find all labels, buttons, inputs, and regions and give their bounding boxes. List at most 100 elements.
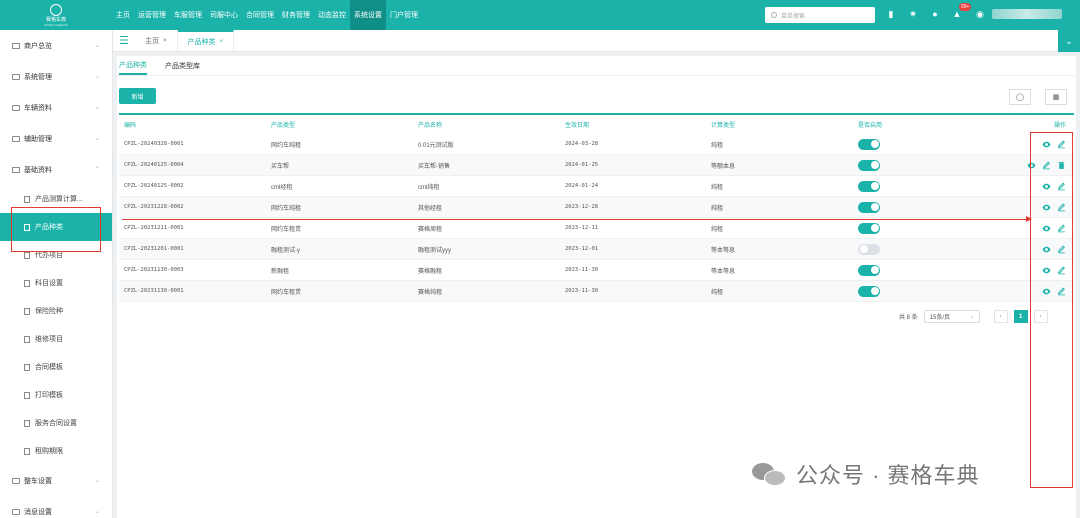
cell-code: CPZL-20240328-0001 [124, 141, 184, 147]
cell-type: 网约车租赁 [271, 289, 302, 296]
nav-item[interactable]: 车服管理 [170, 0, 206, 30]
column-header: 产品名称 [418, 123, 443, 129]
enabled-toggle[interactable] [858, 243, 880, 255]
cell-enabled [853, 222, 994, 234]
sidebar-item[interactable]: 科目设置 [0, 269, 112, 297]
cell-code: CPZL-20231228-0002 [124, 204, 184, 210]
menu-toggle-icon[interactable]: ☰ [113, 30, 135, 52]
sidebar-item[interactable]: 保险险种 [0, 297, 112, 325]
subtab-product-type-library[interactable]: 产品类型库 [165, 56, 210, 75]
column-header: 生效日期 [565, 123, 590, 129]
nav-item[interactable]: 运营管理 [134, 0, 170, 30]
enabled-toggle[interactable] [858, 285, 880, 297]
sidebar-item[interactable]: 打印模板 [0, 381, 112, 409]
enabled-toggle[interactable] [858, 159, 880, 171]
sidebar-group-label: 车辆资料 [24, 104, 52, 112]
sidebar-item[interactable]: 维修项目 [0, 325, 112, 353]
sidebar-group[interactable]: 辅助管理 ⌄ [0, 123, 112, 154]
table-row[interactable]: CPZL-20231228-0002 网约车纯租 其他经租 2023-12-28 纯租 [119, 197, 1074, 218]
pagination: 共 8 条 15条/页 ⌄ ‹ 1 › [899, 310, 1048, 323]
logo-mark-icon [50, 3, 62, 16]
user-avatar-icon[interactable]: ◉ [975, 9, 985, 20]
settings-icon[interactable]: ✷ [908, 9, 918, 20]
cell-code: CPZL-20231211-0001 [124, 225, 184, 231]
table-row[interactable]: CPZL-20231130-0003 新融租 赛格融租 2023-11-30 等本等息 [119, 260, 1074, 281]
top-navbar: 赛格车典 SAIGE CHEDIAN 主页 运营管理 车服管理 司服中心 合同管理 财务管… [0, 0, 1080, 30]
search-icon[interactable]: ◯ [1009, 89, 1031, 105]
sidebar-item-label: 保险险种 [35, 308, 63, 315]
chat-icon[interactable]: ● [930, 9, 940, 20]
enabled-toggle[interactable] [858, 138, 880, 150]
document-icon [24, 307, 30, 315]
subtab-product-category[interactable]: 产品种类 [119, 56, 147, 75]
nav-item[interactable]: 系统设置 [350, 0, 386, 30]
table-row[interactable]: CPZL-20231201-0001 融租测试-y 融租测试yyy 2023-12-0… [119, 239, 1074, 260]
nav-item[interactable]: 门户管理 [386, 0, 422, 30]
sidebar-group[interactable]: 整车设置 ⌄ [0, 465, 112, 496]
nav-item[interactable]: 合同管理 [242, 0, 278, 30]
watermark-text: 公众号 · 赛格车典 [796, 463, 980, 488]
cell-name: 赛格融租 [418, 268, 443, 275]
nav-item[interactable]: 主页 [112, 0, 134, 30]
cell-name: 赛格周租 [418, 226, 443, 233]
document-icon [24, 391, 30, 399]
sidebar-group[interactable]: 商户总览 ⌄ [0, 30, 112, 61]
folder-icon [12, 42, 20, 49]
sidebar-group[interactable]: 基础资料 ⌃ [0, 154, 112, 185]
cell-date: 2023-12-01 [565, 246, 599, 252]
table-row[interactable]: CPZL-20240125-0004 买车帮 买车帮-销售 2024-01-25 等额本… [119, 155, 1074, 176]
chevron-down-icon[interactable]: ⌄ [1058, 30, 1080, 52]
table-row[interactable]: CPZL-20231211-0001 网约车租赁 赛格周租 2023-12-11 纯租 [119, 218, 1074, 239]
enabled-toggle[interactable] [858, 201, 880, 213]
sidebar-group[interactable]: 系统管理 ⌄ [0, 61, 112, 92]
close-icon[interactable]: × [163, 38, 167, 44]
tab-home[interactable]: 主页 × [135, 29, 178, 52]
add-button[interactable]: 新增 [119, 88, 156, 104]
nav-item[interactable]: 财务管理 [278, 0, 314, 30]
sidebar-group[interactable]: 消息设置 ⌄ [0, 496, 112, 518]
page-size-select[interactable]: 15条/页 ⌄ [923, 310, 980, 323]
cell-type: 买车帮 [271, 163, 290, 170]
sidebar-group-label: 基础资料 [24, 166, 52, 174]
cell-calc: 等本等息 [711, 247, 736, 254]
cell-calc: 纯租 [711, 184, 724, 191]
grid-columns-icon[interactable]: ▦ [1045, 89, 1067, 105]
chevron-down-icon: ⌄ [94, 105, 100, 111]
enabled-toggle[interactable] [858, 264, 880, 276]
brand-sub: SAIGE CHEDIAN [44, 22, 68, 27]
brand-logo[interactable]: 赛格车典 SAIGE CHEDIAN [0, 0, 112, 30]
highlight-box-actions [1030, 132, 1073, 488]
sidebar-item[interactable]: 服务合同设置 [0, 409, 112, 437]
cell-code: CPZL-20231130-0003 [124, 267, 184, 273]
sidebar-item-label: 服务合同设置 [35, 420, 77, 427]
prev-page-button[interactable]: ‹ [993, 310, 1008, 323]
notification-badge: 99+ [959, 3, 972, 11]
table-row[interactable]: CPZL-20240125-0002 cml经租 cml纯租 2024-01-24 纯租 [119, 176, 1074, 197]
nav-item[interactable]: 司服中心 [206, 0, 242, 30]
table-row[interactable]: CPZL-20240328-0001 网约车纯租 0.01元测试版 2024-03-2… [119, 134, 1074, 155]
sidebar-group-label: 辅助管理 [24, 135, 52, 143]
nav-item[interactable]: 动态监控 [314, 0, 350, 30]
page-number-button[interactable]: 1 [1013, 310, 1028, 323]
username-blurred[interactable] [992, 9, 1062, 19]
close-icon[interactable]: × [220, 39, 224, 45]
enabled-toggle[interactable] [858, 222, 880, 234]
table-row[interactable]: CPZL-20231130-0001 网约车租赁 赛格纯租 2023-11-30 纯租 [119, 281, 1074, 302]
highlight-box-sidebar [11, 207, 101, 252]
sidebar-item-label: 租购期限 [35, 448, 63, 455]
cell-name: 其他经租 [418, 205, 443, 212]
cell-name: 买车帮-销售 [418, 163, 450, 170]
sidebar-item[interactable]: 合同模板 [0, 353, 112, 381]
clipboard-icon[interactable]: ▮ [886, 9, 896, 20]
cell-calc: 纯租 [711, 205, 724, 212]
sidebar-item-label: 打印模板 [35, 392, 63, 399]
sidebar-group[interactable]: 车辆资料 ⌄ [0, 92, 112, 123]
tab-product-category[interactable]: 产品种类 × [177, 29, 235, 52]
cell-date: 2023-12-28 [565, 204, 599, 210]
search-icon [771, 12, 777, 18]
menu-search-input[interactable]: 菜单搜索 [765, 7, 875, 23]
sidebar-item[interactable]: 租购期限 [0, 437, 112, 465]
sub-tabs: 产品种类 产品类型库 [117, 56, 1076, 76]
enabled-toggle[interactable] [858, 180, 880, 192]
chevron-down-icon: ⌄ [969, 314, 975, 320]
